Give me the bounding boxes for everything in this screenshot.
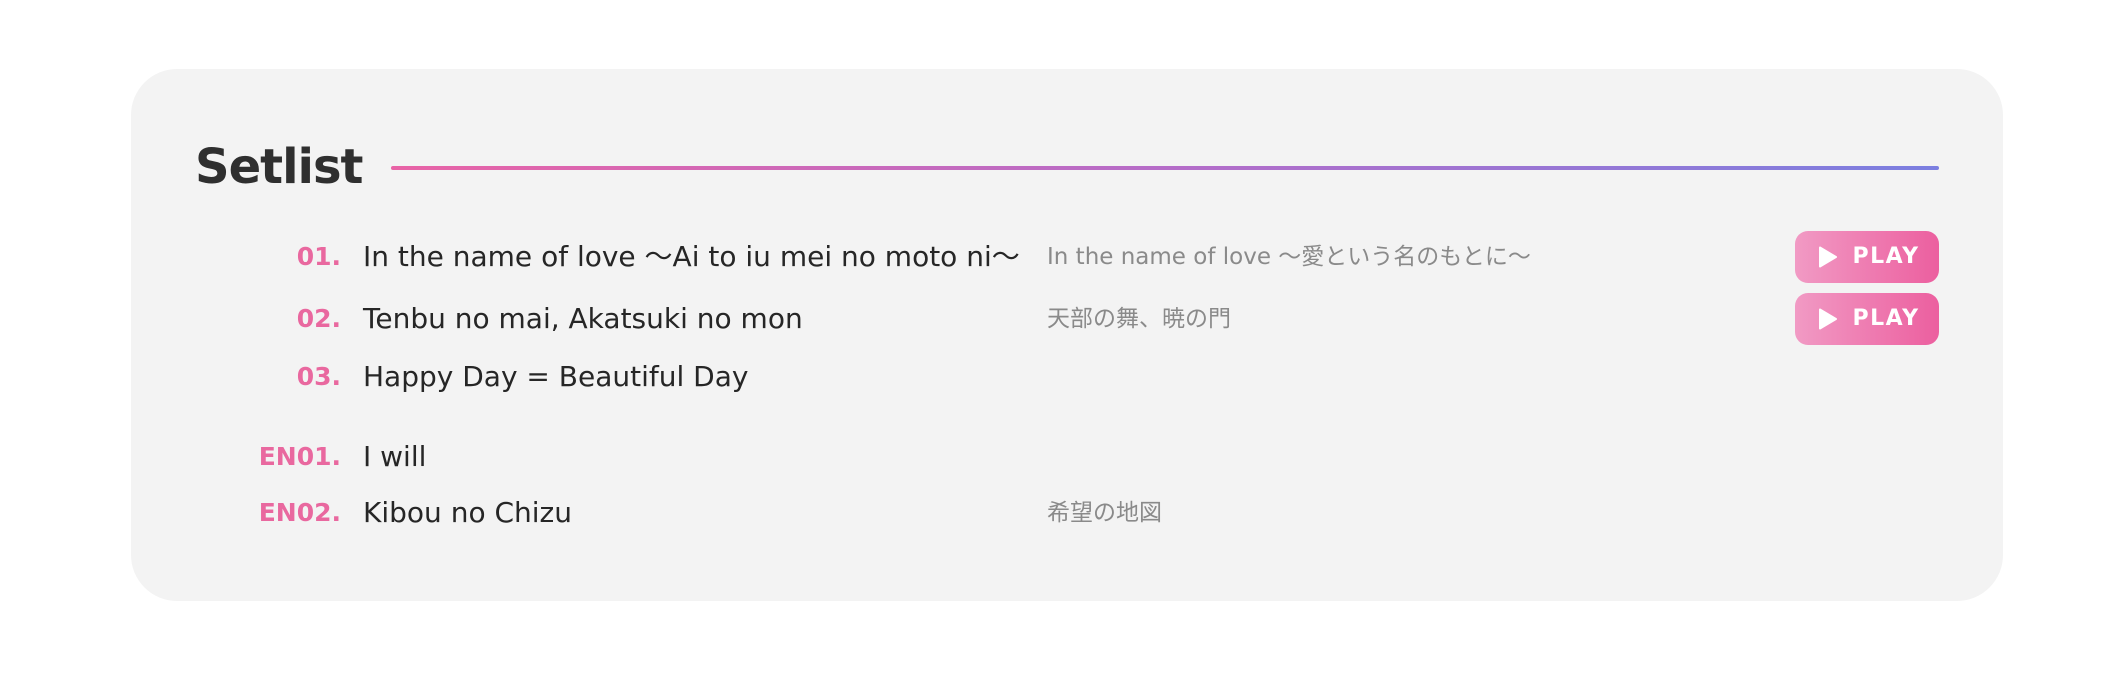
- setlist-header: Setlist: [195, 137, 1939, 197]
- encore-track-row: EN01. I will: [195, 431, 1939, 483]
- track-number: EN02.: [258, 498, 341, 527]
- play-button[interactable]: PLAY: [1795, 231, 1939, 283]
- track-title: Tenbu no mai, Akatsuki no mon: [363, 302, 803, 335]
- title-divider-line: [390, 166, 1939, 170]
- track-title: Kibou no Chizu: [363, 496, 572, 529]
- play-button-label: PLAY: [1852, 244, 1920, 269]
- track-japanese-title: 天部の舞、暁の門: [1047, 306, 1231, 332]
- track-row: 02. Tenbu no mai, Akatsuki no mon 天部の舞、暁…: [195, 293, 1939, 345]
- track-row: 01. In the name of love 〜Ai to iu mei no…: [195, 231, 1939, 283]
- setlist-card: Setlist 01. In the name of love 〜Ai to i…: [131, 69, 2003, 601]
- track-row: 03. Happy Day = Beautiful Day: [195, 351, 1939, 403]
- encore-track-row: EN02. Kibou no Chizu 希望の地図: [195, 487, 1939, 539]
- setlist-title: Setlist: [195, 139, 363, 195]
- track-title: I will: [363, 440, 427, 473]
- play-button[interactable]: PLAY: [1795, 293, 1939, 345]
- track-title: In the name of love 〜Ai to iu mei no mot…: [363, 240, 1020, 273]
- track-number: 01.: [296, 242, 341, 271]
- track-japanese-title: In the name of love 〜愛という名のもとに〜: [1047, 244, 1531, 270]
- track-number: EN01.: [258, 442, 341, 471]
- track-title: Happy Day = Beautiful Day: [363, 360, 749, 393]
- play-icon: [1818, 308, 1837, 330]
- track-number: 03.: [296, 362, 341, 391]
- track-japanese-title: 希望の地図: [1047, 500, 1162, 526]
- play-button-label: PLAY: [1852, 306, 1920, 331]
- play-icon: [1818, 246, 1837, 268]
- track-number: 02.: [296, 304, 341, 333]
